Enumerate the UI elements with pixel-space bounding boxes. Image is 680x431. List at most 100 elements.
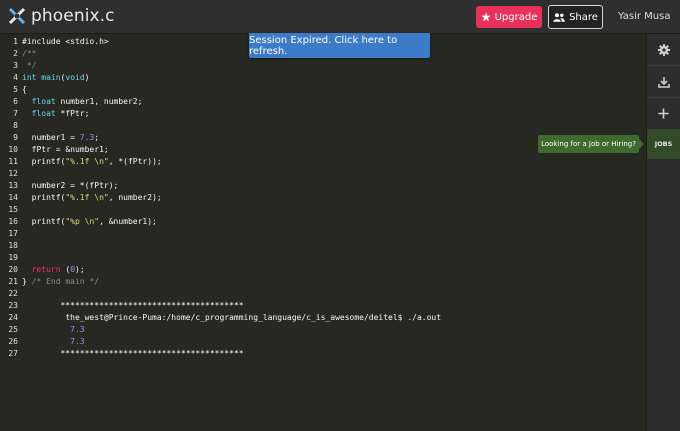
- jobs-tooltip: Looking for a Job or Hiring?: [538, 135, 644, 153]
- upgrade-button[interactable]: Upgrade: [476, 6, 542, 28]
- jobs-tab[interactable]: JOBS: [647, 129, 680, 159]
- line-number: 26: [8, 337, 18, 346]
- session-expired-banner[interactable]: Session Expired. Click here to refresh.: [249, 33, 430, 58]
- line-number: 25: [8, 325, 18, 334]
- code-token: ): [84, 73, 90, 82]
- code-text: printf("%p \n", &number1);: [22, 216, 157, 228]
- line-number: 1: [13, 37, 18, 46]
- code-text: fPtr = &number1;: [22, 144, 109, 156]
- code-editor[interactable]: 1 #include <stdio.h> 2/** 3 */4 int main(voi…: [0, 34, 646, 431]
- code-text: the_west@Prince-Puma:/home/c_programming…: [22, 312, 441, 324]
- code-text: 7.3: [22, 324, 85, 336]
- code-token: "%.1f \n": [65, 193, 109, 202]
- code-token: , number2);: [108, 193, 162, 202]
- line-number: 17: [8, 229, 18, 238]
- code-token: {: [22, 85, 27, 94]
- code-token: (: [60, 265, 71, 274]
- code-text: float *fPtr;: [22, 108, 90, 120]
- code-token: ;: [94, 133, 100, 142]
- line-number: 2: [13, 49, 18, 58]
- code-text: int main(void): [22, 72, 89, 84]
- code-token: float: [31, 97, 56, 106]
- share-button[interactable]: Share: [548, 5, 603, 29]
- code-token: float: [31, 109, 56, 118]
- line-number: 12: [8, 169, 18, 178]
- right-sidebar: JOBS: [646, 34, 680, 431]
- plus-icon: [658, 108, 669, 119]
- code-token: */: [22, 61, 37, 70]
- code-token: 7.3: [70, 337, 85, 346]
- code-token: number1 =: [22, 133, 80, 142]
- code-token: , &number1);: [99, 217, 157, 226]
- line-number: 16: [8, 217, 18, 226]
- app-title: phoenix.c: [31, 6, 115, 26]
- code-text: /**: [22, 48, 36, 60]
- line-number: 9: [13, 133, 18, 142]
- code-text: **************************************: [22, 300, 244, 312]
- upgrade-label: Upgrade: [494, 11, 538, 23]
- code-token: main: [41, 73, 61, 82]
- code-token: #include <stdio.h>: [22, 37, 109, 46]
- code-token: 7.3: [70, 325, 85, 334]
- line-number: 19: [8, 253, 18, 262]
- code-token: **************************************: [22, 301, 244, 310]
- code-token: );: [75, 265, 85, 274]
- line-number: 14: [8, 193, 18, 202]
- download-button[interactable]: [647, 66, 680, 98]
- code-text: float number1, number2;: [22, 96, 143, 108]
- users-icon: [553, 12, 565, 22]
- code-token: number2 = *(fPtr);: [22, 181, 119, 190]
- code-text: */: [22, 60, 37, 72]
- code-token: "%p \n": [65, 217, 100, 226]
- new-file-button[interactable]: [647, 98, 680, 130]
- line-number: 5: [13, 85, 18, 94]
- code-token: **************************************: [22, 349, 244, 358]
- line-number: 10: [8, 145, 18, 154]
- code-text: **************************************: [22, 348, 244, 360]
- code-token: *fPtr;: [55, 109, 90, 118]
- code-token: int: [22, 73, 37, 82]
- line-number: 20: [8, 265, 18, 274]
- code-token: }: [22, 277, 32, 286]
- settings-button[interactable]: [647, 34, 680, 66]
- phoenix-logo-icon: [8, 7, 26, 25]
- code-text: number1 = 7.3;: [22, 132, 99, 144]
- code-token: printf(: [22, 157, 66, 166]
- code-text: #include <stdio.h>: [22, 36, 109, 48]
- line-number: 6: [13, 97, 18, 106]
- code-text: return (0);: [22, 264, 85, 276]
- line-number: 21: [8, 277, 18, 286]
- code-token: fPtr = &number1;: [22, 145, 109, 154]
- line-number: 15: [8, 205, 18, 214]
- share-label: Share: [569, 11, 598, 23]
- line-number: 23: [8, 301, 18, 310]
- line-number: 8: [13, 121, 18, 130]
- top-bar: phoenix.c Upgrade Share Yasir Musa: [0, 0, 680, 34]
- line-number: 11: [8, 157, 18, 166]
- line-number: 24: [8, 313, 18, 322]
- code-token: /**: [22, 49, 37, 58]
- code-token: printf(: [22, 193, 66, 202]
- line-number: 4: [13, 73, 18, 82]
- download-icon: [657, 76, 670, 88]
- code-token: number1, number2;: [55, 97, 143, 106]
- code-text: number2 = *(fPtr);: [22, 180, 119, 192]
- line-number: 13: [8, 181, 18, 190]
- code-token: printf(: [22, 217, 66, 226]
- code-token: void: [65, 73, 85, 82]
- line-number: 7: [13, 109, 18, 118]
- line-number: 22: [8, 289, 18, 298]
- code-text: 7.3: [22, 336, 85, 348]
- code-token: /* End main */: [31, 277, 100, 286]
- code-token: the_west@Prince-Puma:/home/c_programming…: [22, 313, 442, 322]
- line-number: 27: [8, 349, 18, 358]
- gear-icon: [657, 43, 670, 56]
- user-name[interactable]: Yasir Musa: [618, 11, 670, 22]
- star-icon: [481, 12, 491, 22]
- code-text: {: [22, 84, 27, 96]
